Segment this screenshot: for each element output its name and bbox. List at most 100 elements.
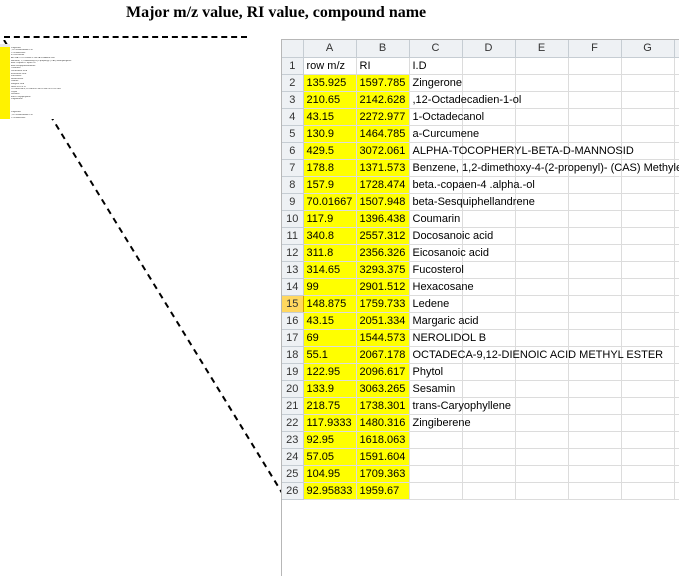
cell[interactable] — [462, 448, 515, 465]
cell[interactable] — [462, 363, 515, 380]
cell[interactable] — [515, 448, 568, 465]
cell[interactable] — [515, 125, 568, 142]
cell[interactable] — [515, 397, 568, 414]
cell-ri[interactable]: 3072.061 — [356, 142, 409, 159]
cell-ri[interactable]: 2051.334 — [356, 312, 409, 329]
cell-mz[interactable]: 133.9 — [303, 380, 356, 397]
cell-mz[interactable]: 55.1 — [303, 346, 356, 363]
cell[interactable] — [462, 465, 515, 482]
cell[interactable] — [621, 482, 674, 499]
cell[interactable] — [515, 91, 568, 108]
cell[interactable] — [515, 261, 568, 278]
cell[interactable] — [621, 193, 674, 210]
cell[interactable] — [568, 397, 621, 414]
cell[interactable] — [621, 244, 674, 261]
cell[interactable] — [674, 346, 679, 363]
cell[interactable] — [568, 295, 621, 312]
cell[interactable] — [621, 108, 674, 125]
row-number[interactable]: 13 — [282, 261, 303, 278]
cell-mz[interactable]: 340.8 — [303, 227, 356, 244]
cell-compound-name[interactable]: Sesamin — [409, 380, 462, 397]
cell-ri[interactable]: 1507.948 — [356, 193, 409, 210]
cell[interactable] — [568, 244, 621, 261]
cell-compound-name[interactable]: Margaric acid — [409, 312, 462, 329]
cell-ri[interactable]: 2356.326 — [356, 244, 409, 261]
cell[interactable] — [568, 278, 621, 295]
row-number[interactable]: 15 — [282, 295, 303, 312]
cell-mz[interactable]: 99 — [303, 278, 356, 295]
cell[interactable] — [621, 448, 674, 465]
cell[interactable] — [568, 448, 621, 465]
row-number[interactable]: 1 — [282, 57, 303, 74]
cell[interactable] — [515, 380, 568, 397]
cell[interactable] — [621, 227, 674, 244]
cell[interactable] — [515, 312, 568, 329]
cell-ri[interactable]: 1959.67 — [356, 482, 409, 499]
row-number[interactable]: 25 — [282, 465, 303, 482]
row-number[interactable]: 20 — [282, 380, 303, 397]
row-number[interactable]: 2 — [282, 74, 303, 91]
cell[interactable] — [621, 465, 674, 482]
cell[interactable] — [462, 295, 515, 312]
cell[interactable] — [621, 91, 674, 108]
row-number[interactable]: 9 — [282, 193, 303, 210]
cell-compound-name[interactable]: Phytol — [409, 363, 462, 380]
cell[interactable] — [621, 176, 674, 193]
cell-compound-name[interactable]: trans-Caryophyllene — [409, 397, 462, 414]
cell[interactable] — [674, 108, 679, 125]
cell[interactable] — [462, 74, 515, 91]
cell-compound-name[interactable]: Zingiberene — [409, 414, 462, 431]
cell-mz[interactable]: 218.75 — [303, 397, 356, 414]
cell-compound-name[interactable]: Hexacosane — [409, 278, 462, 295]
column-header-f[interactable]: F — [568, 40, 621, 57]
cell-compound-name[interactable] — [409, 482, 462, 499]
cell[interactable] — [674, 227, 679, 244]
cell[interactable] — [568, 74, 621, 91]
row-number[interactable]: 26 — [282, 482, 303, 499]
cell-compound-name[interactable]: Eicosanoic acid — [409, 244, 462, 261]
cell-mz[interactable]: 104.95 — [303, 465, 356, 482]
cell-ri[interactable]: 1591.604 — [356, 448, 409, 465]
cell-ri[interactable]: 1544.573 — [356, 329, 409, 346]
cell[interactable] — [515, 465, 568, 482]
row-number[interactable]: 17 — [282, 329, 303, 346]
cell-ri[interactable]: 2096.617 — [356, 363, 409, 380]
cell[interactable] — [568, 261, 621, 278]
cell[interactable] — [568, 227, 621, 244]
cell-ri[interactable]: 1759.733 — [356, 295, 409, 312]
cell[interactable] — [621, 312, 674, 329]
column-header-g[interactable]: G — [621, 40, 674, 57]
cell-compound-name[interactable]: Benzene, 1,2-dimethoxy-4-(2-propenyl)- (… — [409, 159, 462, 176]
cell[interactable] — [674, 261, 679, 278]
cell-compound-name[interactable]: Docosanoic acid — [409, 227, 462, 244]
cell[interactable] — [674, 74, 679, 91]
cell[interactable] — [674, 210, 679, 227]
cell-ri[interactable]: 3293.375 — [356, 261, 409, 278]
cell[interactable] — [462, 57, 515, 74]
row-number[interactable]: 24 — [282, 448, 303, 465]
cell[interactable] — [568, 125, 621, 142]
cell-compound-name[interactable]: Zingerone — [409, 74, 462, 91]
row-number[interactable]: 14 — [282, 278, 303, 295]
column-header-d[interactable]: D — [462, 40, 515, 57]
cell-ri[interactable]: 1480.316 — [356, 414, 409, 431]
cell[interactable] — [674, 312, 679, 329]
cell[interactable] — [674, 125, 679, 142]
cell-compound-name[interactable] — [409, 431, 462, 448]
cell-mz[interactable]: 117.9333 — [303, 414, 356, 431]
cell-c1[interactable]: I.D — [409, 57, 462, 74]
cell-compound-name[interactable]: beta-Sesquiphellandrene — [409, 193, 462, 210]
cell-compound-name[interactable]: ALPHA-TOCOPHERYL-BETA-D-MANNOSID — [409, 142, 462, 159]
select-all-corner[interactable] — [282, 40, 303, 57]
cell[interactable] — [462, 261, 515, 278]
row-number[interactable]: 5 — [282, 125, 303, 142]
cell[interactable] — [568, 329, 621, 346]
cell[interactable] — [462, 482, 515, 499]
row-number[interactable]: 19 — [282, 363, 303, 380]
row-number[interactable]: 22 — [282, 414, 303, 431]
cell[interactable] — [568, 380, 621, 397]
cell[interactable] — [568, 414, 621, 431]
cell[interactable] — [674, 278, 679, 295]
cell[interactable] — [568, 193, 621, 210]
cell[interactable] — [674, 431, 679, 448]
